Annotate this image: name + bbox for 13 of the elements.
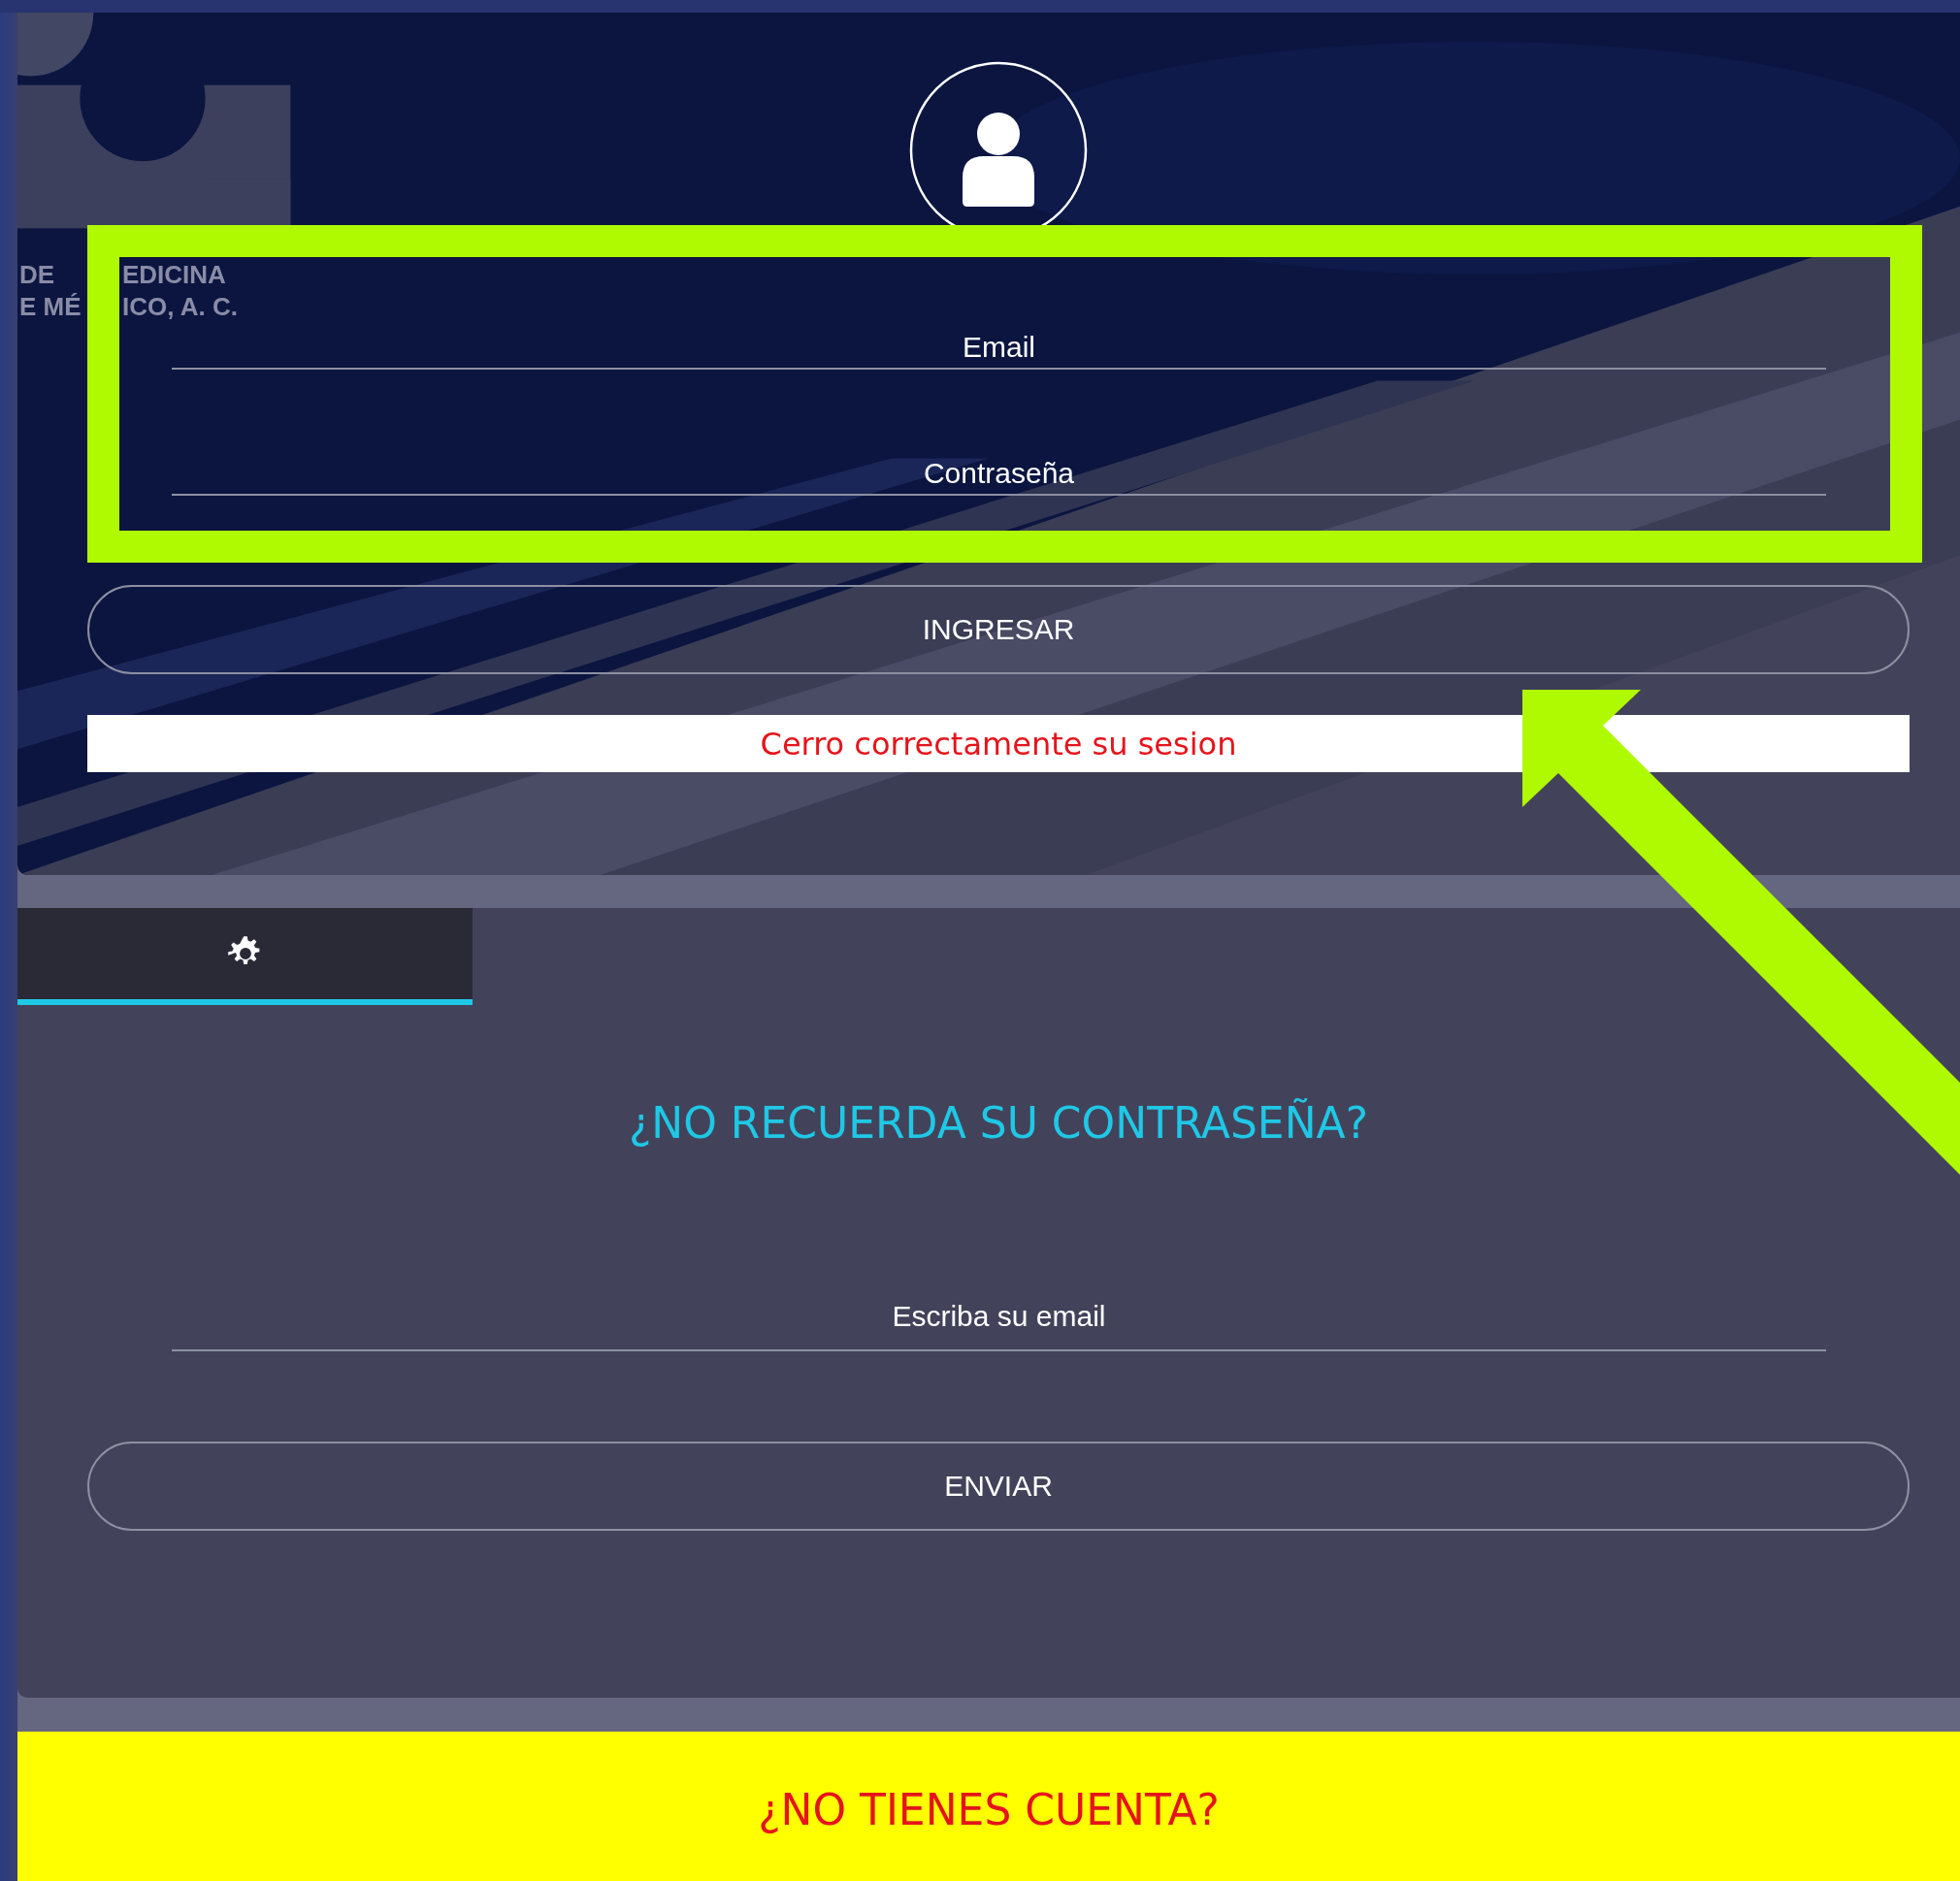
login-button[interactable]: INGRESAR — [87, 585, 1910, 674]
logo-text: EDICINA — [122, 259, 226, 291]
send-button[interactable]: ENVIAR — [87, 1442, 1910, 1531]
input-field[interactable]: Contraseña — [172, 452, 1826, 496]
input-field[interactable]: Escriba su email — [172, 1283, 1826, 1351]
tab[interactable] — [17, 908, 473, 1005]
logo-text: ICO, A. C. — [122, 291, 238, 323]
signup-link[interactable]: ¿NO TIENES CUENTA? — [758, 1784, 1220, 1834]
logo-text: DE — [19, 259, 56, 291]
input-field[interactable]: Email — [172, 326, 1826, 370]
status-message: Cerro correctamente su sesion — [87, 715, 1910, 772]
logo-text: E MÉ — [19, 291, 82, 323]
section-heading: ¿NO RECUERDA SU CONTRASEÑA? — [629, 1097, 1368, 1150]
